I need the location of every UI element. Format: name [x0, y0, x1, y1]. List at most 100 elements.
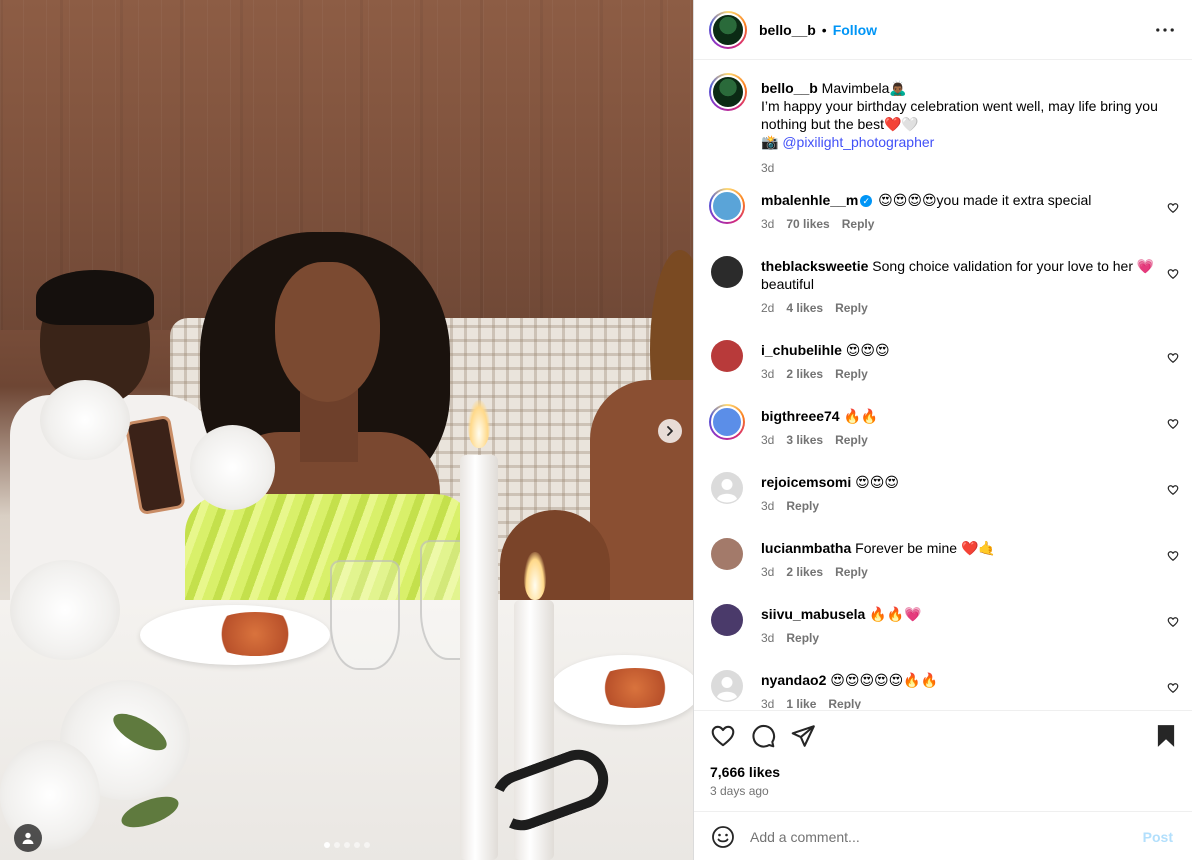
comment-time[interactable]: 3d — [761, 217, 774, 231]
tagged-users-button[interactable] — [14, 824, 42, 852]
comment-like-button[interactable] — [1167, 267, 1179, 279]
candle-flame — [524, 552, 546, 600]
comment-input[interactable] — [750, 824, 1120, 850]
heart-icon — [711, 725, 735, 747]
carousel-dot — [354, 842, 360, 848]
caption-author-avatar[interactable] — [709, 73, 747, 111]
commenter-avatar[interactable] — [709, 338, 745, 374]
commenter-username[interactable]: siivu_mabusela — [761, 606, 865, 622]
heart-icon — [1167, 419, 1179, 429]
comment-icon — [752, 724, 776, 748]
carousel-dot — [344, 842, 350, 848]
food — [590, 668, 680, 708]
more-options-icon — [1156, 28, 1174, 32]
comment-like-button[interactable] — [1167, 483, 1179, 495]
reply-button[interactable]: Reply — [842, 217, 875, 231]
commenter-avatar[interactable] — [709, 254, 745, 290]
commenter-avatar[interactable] — [709, 602, 745, 638]
commenter-username[interactable]: lucianmbatha — [761, 540, 851, 556]
share-icon — [791, 725, 815, 747]
caption-time[interactable]: 3d — [761, 161, 774, 175]
commenter-username[interactable]: mbalenhle__m — [761, 192, 858, 208]
comment-like-button[interactable] — [1167, 201, 1179, 213]
commenter-avatar[interactable] — [709, 188, 745, 224]
comment-likes[interactable]: 1 like — [786, 697, 816, 709]
carousel-dot — [324, 842, 330, 848]
post-media[interactable] — [0, 0, 693, 860]
carousel-indicator — [324, 842, 370, 848]
comment-text: 😍😍😍 — [851, 474, 899, 490]
follow-button[interactable]: Follow — [833, 22, 877, 38]
comment-likes[interactable]: 4 likes — [786, 301, 823, 315]
comment-time[interactable]: 2d — [761, 301, 774, 315]
caption-message: I’m happy your birthday celebration went… — [761, 98, 1158, 132]
commenter-avatar[interactable] — [709, 404, 745, 440]
heart-icon — [1167, 485, 1179, 495]
author-avatar[interactable] — [709, 10, 747, 49]
separator-dot: • — [821, 21, 827, 38]
caption-mention-link[interactable]: @pixilight_photographer — [782, 134, 934, 150]
like-button[interactable] — [710, 723, 736, 749]
default-avatar-icon — [711, 472, 743, 504]
reply-button[interactable]: Reply — [828, 697, 861, 709]
reply-button[interactable]: Reply — [835, 433, 868, 447]
comment-time[interactable]: 3d — [761, 367, 774, 381]
comment-likes[interactable]: 2 likes — [786, 565, 823, 579]
comment-button[interactable] — [750, 723, 776, 749]
post-date[interactable]: 3 days ago — [710, 784, 769, 798]
comment-like-button[interactable] — [1167, 681, 1179, 693]
comment-like-button[interactable] — [1167, 615, 1179, 627]
commenter-username[interactable]: rejoicemsomi — [761, 474, 851, 490]
commenter-avatar[interactable] — [709, 668, 745, 704]
caption-text: Mavimbela🙇🏾‍♂️ — [817, 80, 907, 96]
comment-text: Forever be mine ❤️🤙 — [851, 540, 996, 556]
reply-button[interactable]: Reply — [835, 565, 868, 579]
reply-button[interactable]: Reply — [835, 301, 868, 315]
reply-button[interactable]: Reply — [835, 367, 868, 381]
comment-time[interactable]: 3d — [761, 697, 774, 709]
heart-icon — [1167, 203, 1179, 213]
author-username[interactable]: bello__b — [759, 22, 816, 38]
comment-like-button[interactable] — [1167, 549, 1179, 561]
comment-text: 😍😍😍😍you made it extra special — [874, 192, 1092, 208]
comment-time[interactable]: 3d — [761, 433, 774, 447]
carousel-dot — [334, 842, 340, 848]
commenter-username[interactable]: bigthreee74 — [761, 408, 840, 424]
commenter-avatar[interactable] — [709, 470, 745, 506]
candle-flame — [468, 400, 490, 448]
comment-text: 😍😍😍 — [841, 342, 890, 358]
food — [205, 612, 305, 656]
save-button[interactable] — [1153, 723, 1179, 749]
comment-like-button[interactable] — [1167, 417, 1179, 429]
carousel-next-button[interactable] — [658, 419, 682, 443]
reply-button[interactable]: Reply — [786, 631, 819, 645]
commenter-avatar[interactable] — [709, 536, 745, 572]
comment-time[interactable]: 3d — [761, 499, 774, 513]
commenter-username[interactable]: nyandao2 — [761, 672, 826, 688]
user-tag-icon — [22, 832, 34, 844]
action-bar: 7,666 likes 3 days ago — [694, 710, 1192, 810]
add-comment-bar: Post — [694, 811, 1192, 860]
comment-likes[interactable]: 2 likes — [786, 367, 823, 381]
likes-count[interactable]: 7,666 likes — [710, 764, 780, 780]
comment-likes[interactable]: 70 likes — [786, 217, 829, 231]
post-comment-button[interactable]: Post — [1143, 829, 1173, 845]
white-flower — [40, 380, 130, 460]
reply-button[interactable]: Reply — [786, 499, 819, 513]
heart-icon — [1167, 617, 1179, 627]
chevron-right-icon — [667, 426, 673, 436]
comment-likes[interactable]: 3 likes — [786, 433, 823, 447]
heart-icon — [1167, 353, 1179, 363]
comment-time[interactable]: 3d — [761, 631, 774, 645]
emoji-button[interactable] — [711, 825, 735, 849]
share-button[interactable] — [790, 723, 816, 749]
commenter-username[interactable]: theblacksweetie — [761, 258, 868, 274]
commenter-username[interactable]: i_chubelihle — [761, 342, 842, 358]
more-options-button[interactable] — [1155, 20, 1175, 40]
emoji-icon — [712, 826, 734, 848]
comment-like-button[interactable] — [1167, 351, 1179, 363]
comments-list[interactable]: bello__b Mavimbela🙇🏾‍♂️ I’m happy your b… — [694, 61, 1192, 709]
comment-time[interactable]: 3d — [761, 565, 774, 579]
caption-username[interactable]: bello__b — [761, 80, 818, 96]
wine-glass — [330, 560, 400, 670]
